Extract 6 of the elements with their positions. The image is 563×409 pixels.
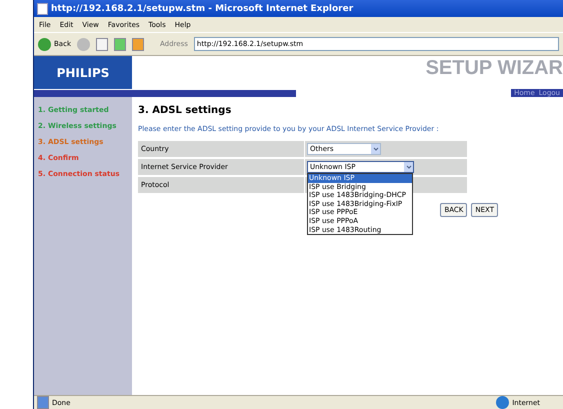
caret-icon (404, 162, 413, 172)
logo: PHILIPS (34, 56, 132, 89)
window-title: http://192.168.2.1/setupw.stm - Microsoft Internet Explorer (51, 4, 354, 14)
caret-icon (371, 144, 380, 154)
page-heading: 3. ADSL settings (138, 105, 232, 116)
wizard-title: SETUP WIZAR (424, 56, 563, 81)
